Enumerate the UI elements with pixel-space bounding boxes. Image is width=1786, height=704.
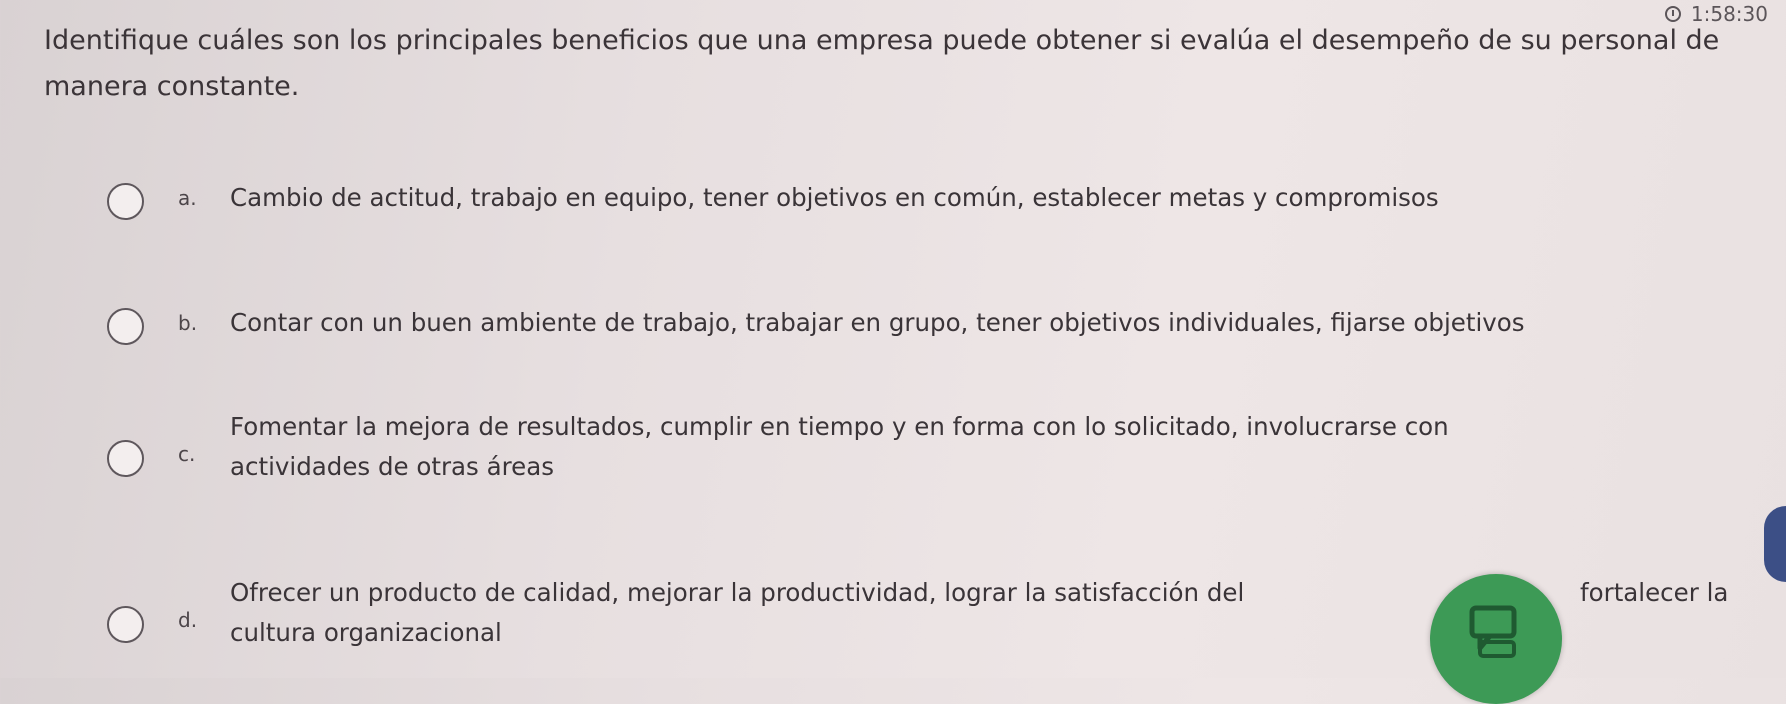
chat-icon: [1469, 605, 1517, 658]
option-letter: c.: [178, 442, 196, 466]
option-b[interactable]: b. Contar con un buen ambiente de trabaj…: [0, 300, 1786, 380]
radio-option-a[interactable]: [107, 183, 144, 220]
radio-option-c[interactable]: [107, 440, 144, 477]
side-panel-tab[interactable]: [1764, 506, 1786, 582]
option-text: Contar con un buen ambiente de trabajo, …: [230, 308, 1525, 337]
option-text: Cambio de actitud, trabajo en equipo, te…: [230, 183, 1439, 212]
option-letter: a.: [178, 186, 197, 210]
chat-button[interactable]: [1430, 574, 1562, 704]
option-text-line-2: actividades de otras áreas: [230, 452, 554, 481]
option-letter: b.: [178, 311, 198, 335]
radio-option-d[interactable]: [107, 606, 144, 643]
question-text: Identifique cuáles son los principales b…: [44, 25, 1720, 102]
option-letter: d.: [178, 608, 198, 632]
option-a[interactable]: a. Cambio de actitud, trabajo en equipo,…: [0, 175, 1786, 255]
radio-option-b[interactable]: [107, 308, 144, 345]
option-c[interactable]: c. Fomentar la mejora de resultados, cum…: [0, 404, 1786, 504]
